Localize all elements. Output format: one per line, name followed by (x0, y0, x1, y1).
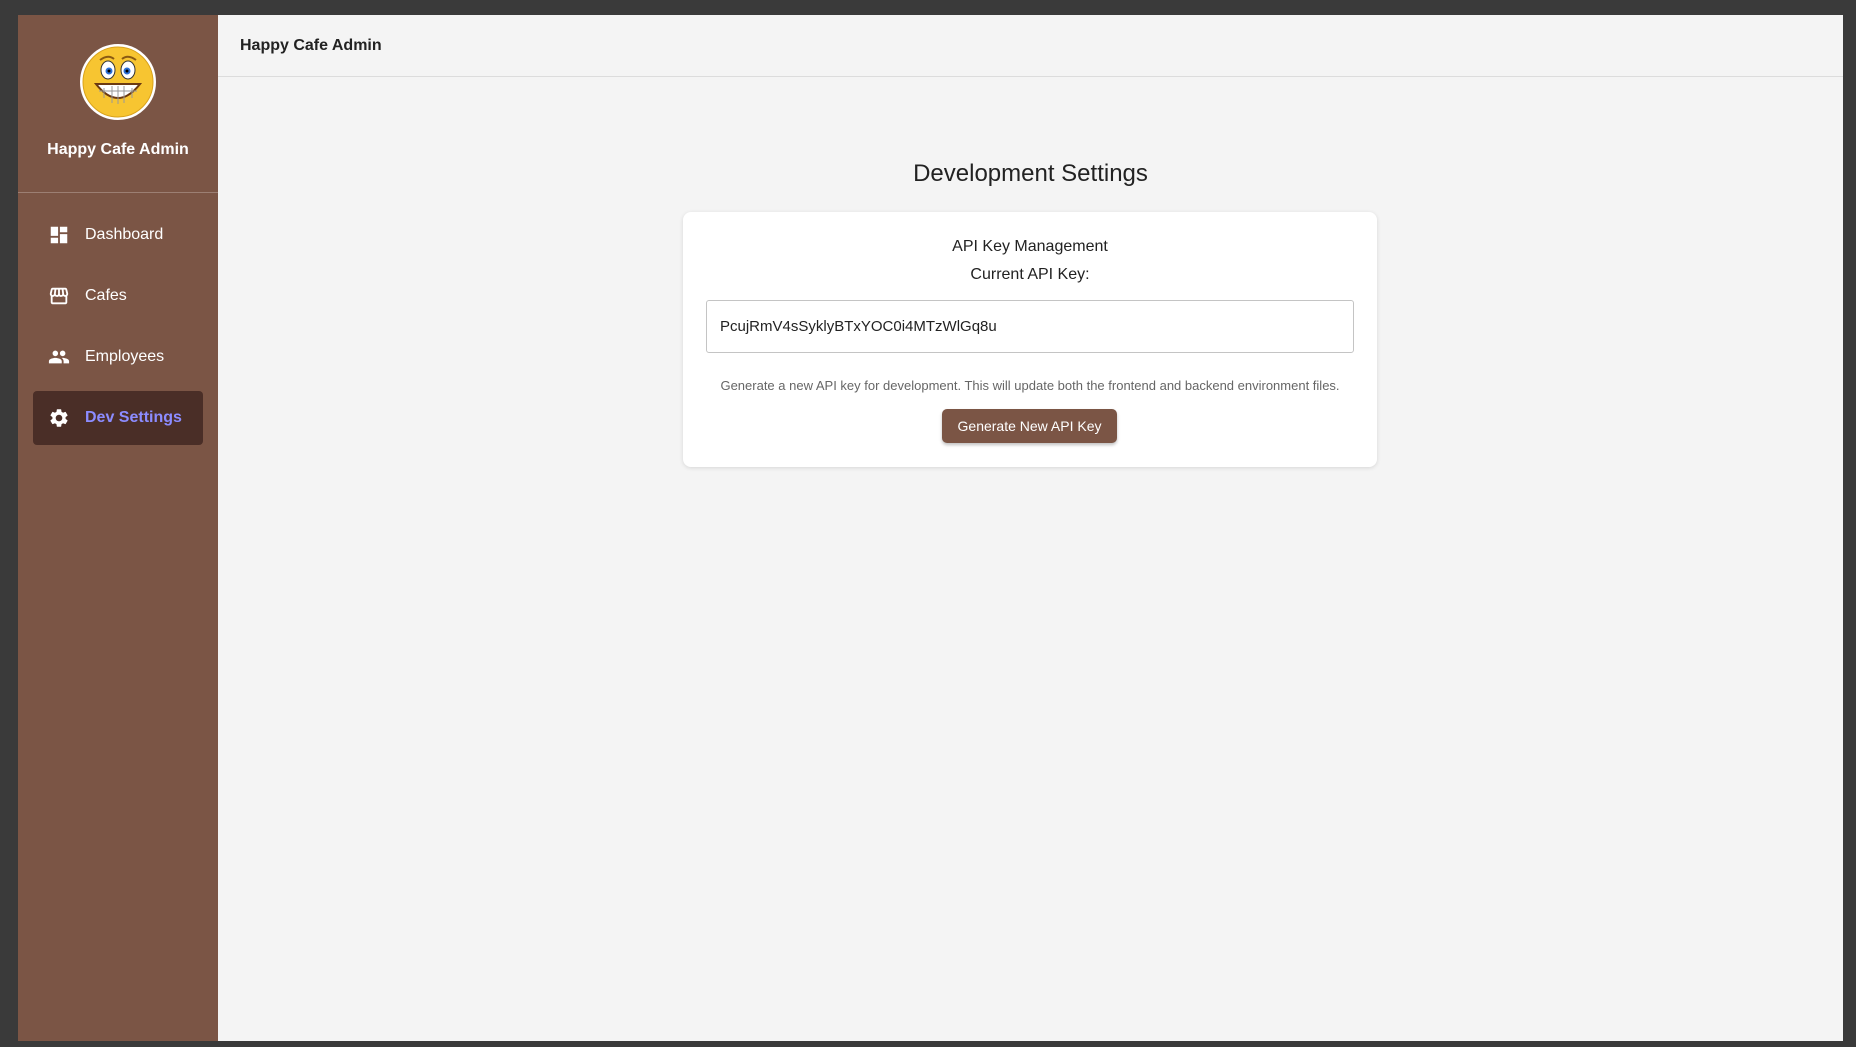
api-key-input[interactable] (706, 300, 1354, 353)
app-window: Happy Cafe Admin Dashboard Cafes Employe… (18, 15, 1843, 1041)
sidebar-item-dashboard[interactable]: Dashboard (33, 208, 203, 262)
sidebar-item-label: Dashboard (85, 226, 164, 243)
sidebar-item-label: Dev Settings (85, 409, 182, 426)
brand-name: Happy Cafe Admin (47, 141, 189, 158)
top-bar: Happy Cafe Admin (218, 15, 1843, 77)
sidebar-nav: Dashboard Cafes Employees Dev Settings (18, 193, 218, 445)
topbar-title: Happy Cafe Admin (240, 36, 382, 54)
sidebar-item-dev-settings[interactable]: Dev Settings (33, 391, 203, 445)
sidebar-item-employees[interactable]: Employees (33, 330, 203, 384)
gear-icon (48, 407, 70, 429)
sidebar-item-label: Cafes (85, 287, 127, 304)
current-api-key-label: Current API Key: (970, 266, 1090, 283)
help-text: Generate a new API key for development. … (720, 378, 1340, 393)
card-heading: API Key Management (952, 238, 1108, 255)
sidebar-item-cafes[interactable]: Cafes (33, 269, 203, 323)
smiley-logo-icon (80, 44, 156, 120)
generate-api-key-button[interactable]: Generate New API Key (942, 409, 1117, 443)
content: Development Settings API Key Management … (218, 77, 1843, 1041)
page-title: Development Settings (913, 160, 1148, 187)
dashboard-icon (48, 224, 70, 246)
main-area: Happy Cafe Admin Development Settings AP… (218, 15, 1843, 1041)
sidebar-brand: Happy Cafe Admin (18, 15, 218, 193)
sidebar: Happy Cafe Admin Dashboard Cafes Employe… (18, 15, 218, 1041)
people-icon (48, 346, 70, 368)
api-key-card: API Key Management Current API Key: Gene… (683, 212, 1377, 467)
sidebar-item-label: Employees (85, 348, 165, 365)
storefront-icon (48, 285, 70, 307)
